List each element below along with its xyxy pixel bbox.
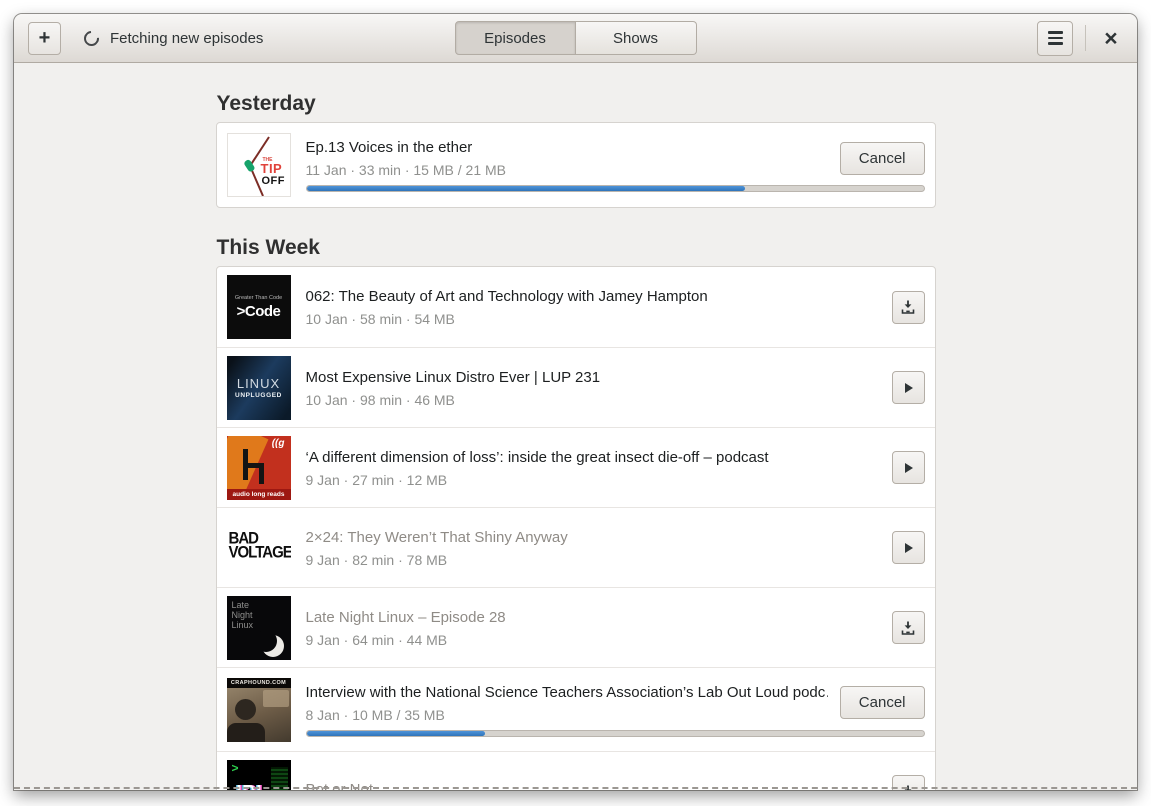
episode-title: 062: The Beauty of Art and Technology wi…: [305, 288, 708, 305]
progress-fill: [306, 730, 486, 736]
episode-title: 2×24: They Weren’t That Shiny Anyway: [305, 528, 568, 546]
download-icon: [901, 621, 915, 635]
add-podcast-button[interactable]: +: [28, 21, 61, 55]
hamburger-icon: [1047, 31, 1063, 34]
episode-artwork-audio-long-reads: ((g audio long reads: [226, 435, 291, 500]
play-icon: [905, 542, 913, 553]
header-separator: [1085, 25, 1086, 51]
episode-artwork-late-night-linux: Late Night Linux: [226, 595, 291, 660]
download-button[interactable]: [891, 290, 925, 324]
download-progressbar: [305, 729, 925, 737]
tab-episodes[interactable]: Episodes: [454, 21, 576, 55]
episode-row[interactable]: THE TIP OFF Ep.13 Voices in the ether 11…: [217, 123, 935, 207]
episode-row[interactable]: CRAPHOUND.COM Interview with the Nationa…: [216, 667, 935, 751]
episode-row[interactable]: Late Night Linux Late Night Linux – Epis…: [216, 587, 935, 667]
play-button[interactable]: [891, 531, 925, 564]
episode-row[interactable]: > IRL Bot or Not: [216, 751, 935, 790]
episode-meta: 11 Jan · 33 min · 15 MB / 21 MB: [305, 162, 507, 178]
spinner-icon: [80, 27, 103, 49]
episodes-view: Yesterday THE TIP OFF Ep.13 Voices in th…: [14, 63, 1137, 790]
app-window: + Fetching new episodes Episodes Shows ×…: [14, 14, 1137, 790]
cancel-download-button[interactable]: Cancel: [839, 686, 925, 719]
headerbar: + Fetching new episodes Episodes Shows ×: [14, 14, 1137, 63]
episode-meta: 9 Jan · 64 min · 44 MB: [305, 631, 448, 648]
episode-meta: 10 Jan · 98 min · 46 MB: [305, 391, 455, 408]
play-button[interactable]: [891, 451, 925, 484]
headerbar-right: ×: [1037, 20, 1127, 56]
episode-artwork-the-tip-off: THE TIP OFF: [226, 133, 291, 197]
episode-row[interactable]: BAD VOLTAGE 2×24: They Weren’t That Shin…: [216, 507, 935, 587]
cancel-download-button[interactable]: Cancel: [839, 141, 925, 175]
episode-title: Late Night Linux – Episode 28: [305, 608, 506, 626]
episode-artwork-linux-unplugged: LINUX UNPLUGGED: [226, 355, 291, 420]
episode-meta: 10 Jan · 58 min · 54 MB: [305, 311, 455, 327]
play-icon: [905, 382, 913, 393]
this-week-card: Greater Than Code >Code 062: The Beauty …: [215, 266, 936, 790]
episode-artwork-irl: > IRL: [226, 759, 291, 790]
episode-title: Ep.13 Voices in the ether: [305, 139, 473, 156]
crescent-moon-icon: [254, 629, 284, 657]
play-icon: [905, 462, 913, 473]
tab-shows[interactable]: Shows: [575, 21, 697, 55]
menu-button[interactable]: [1037, 20, 1073, 56]
yesterday-card: THE TIP OFF Ep.13 Voices in the ether 11…: [215, 122, 936, 208]
episode-title: ‘A different dimension of loss’: inside …: [305, 448, 769, 466]
section-title-this-week: This Week: [216, 236, 320, 259]
play-button[interactable]: [891, 371, 925, 404]
episode-meta: 9 Jan · 27 min · 12 MB: [305, 471, 448, 488]
view-switcher: Episodes Shows: [454, 21, 697, 55]
close-button[interactable]: ×: [1095, 22, 1127, 54]
episode-row[interactable]: Greater Than Code >Code 062: The Beauty …: [217, 267, 935, 347]
episode-artwork-craphound: CRAPHOUND.COM: [226, 677, 291, 742]
episode-artwork-greater-than-code: Greater Than Code >Code: [226, 275, 291, 339]
download-icon: [901, 300, 915, 314]
episode-artwork-bad-voltage: BAD VOLTAGE: [226, 515, 291, 580]
download-progressbar: [305, 185, 925, 192]
episode-row[interactable]: LINUX UNPLUGGED Most Expensive Linux Dis…: [216, 347, 935, 427]
guardian-logo: ((g: [271, 437, 285, 449]
episode-meta: 9 Jan · 82 min · 78 MB: [305, 551, 448, 568]
section-title-yesterday: Yesterday: [216, 92, 316, 115]
download-button[interactable]: [891, 611, 925, 644]
window-resize-edge[interactable]: [14, 787, 1137, 789]
episode-meta: 8 Jan · 10 MB / 35 MB: [305, 706, 445, 723]
progress-fill: [306, 186, 745, 191]
episode-title: Interview with the National Science Teac…: [305, 683, 828, 701]
episode-title: Most Expensive Linux Distro Ever | LUP 2…: [305, 368, 601, 386]
episode-row[interactable]: ((g audio long reads ‘A different dimens…: [216, 427, 935, 507]
status-text: Fetching new episodes: [110, 29, 264, 47]
